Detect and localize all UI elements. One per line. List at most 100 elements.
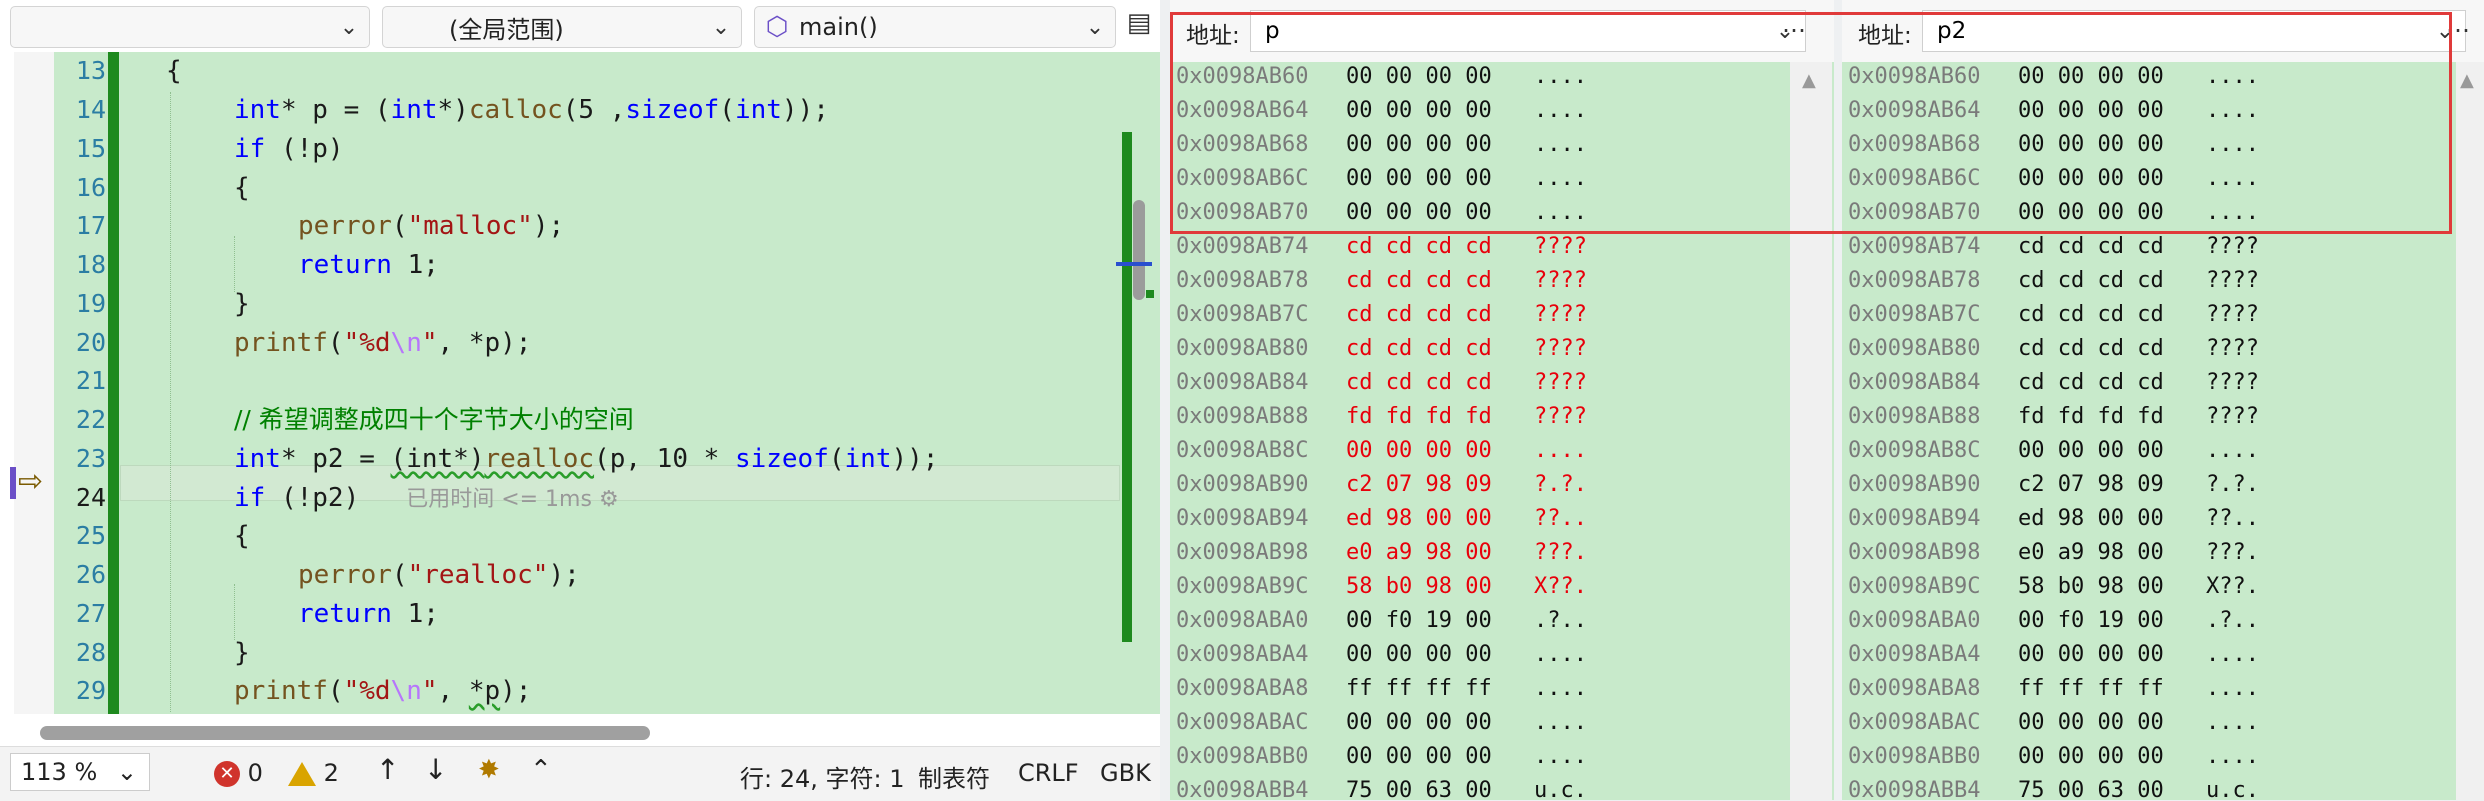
memory-row[interactable]: 0x0098AB8C 00 00 00 00....: [1848, 436, 2448, 466]
memory-hex-bytes[interactable]: 00 00 00 00: [1346, 640, 1492, 670]
memory-hex-bytes[interactable]: 00 f0 19 00: [2018, 606, 2164, 636]
chevron-up-icon[interactable]: ⌃: [530, 755, 552, 785]
memory-row[interactable]: 0x0098ABB0 00 00 00 00....: [1848, 742, 2448, 772]
vertical-scroll-thumb[interactable]: [1133, 200, 1145, 300]
memory-hex-bytes[interactable]: cd cd cd cd: [2018, 300, 2164, 330]
memory-hex-bytes[interactable]: 00 00 00 00: [1346, 436, 1492, 466]
memory-hex-bytes[interactable]: cd cd cd cd: [1346, 232, 1492, 262]
memory-row[interactable]: 0x0098ABA0 00 f0 19 00.?..: [1176, 606, 1776, 636]
memory-row[interactable]: 0x0098ABAC 00 00 00 00....: [1176, 708, 1776, 738]
memory-hex-bytes[interactable]: 00 00 00 00: [2018, 742, 2164, 772]
memory-row[interactable]: 0x0098ABA4 00 00 00 00....: [1848, 640, 2448, 670]
memory-row[interactable]: 0x0098AB8C 00 00 00 00....: [1176, 436, 1776, 466]
breakpoint-gutter[interactable]: [14, 52, 54, 714]
memory-hex-bytes[interactable]: cd cd cd cd: [2018, 334, 2164, 364]
scroll-up-arrow-icon[interactable]: ▲: [2460, 70, 2474, 91]
warning-count[interactable]: 2: [288, 759, 339, 787]
memory-hex-bytes[interactable]: 75 00 63 00: [1346, 776, 1492, 800]
memory-row[interactable]: 0x0098AB7C cd cd cd cd????: [1176, 300, 1776, 330]
memory-hex-bytes[interactable]: fd fd fd fd: [1346, 402, 1492, 432]
memory-row[interactable]: 0x0098ABB0 00 00 00 00....: [1176, 742, 1776, 772]
memory-hex-bytes[interactable]: 00 f0 19 00: [1346, 606, 1492, 636]
memory-hex-bytes[interactable]: ed 98 00 00: [1346, 504, 1492, 534]
memory-row[interactable]: 0x0098AB9C 58 b0 98 00 X??.: [1176, 572, 1776, 602]
memory-row[interactable]: 0x0098ABA0 00 f0 19 00.?..: [1848, 606, 2448, 636]
memory-hex-bytes[interactable]: 58 b0 98 00: [2018, 572, 2164, 602]
memory-hex-bytes[interactable]: 00 00 00 00: [2018, 640, 2164, 670]
memory-row[interactable]: 0x0098AB98 e0 a9 98 00???.: [1176, 538, 1776, 568]
cursor-position[interactable]: 行: 24, 字符: 1: [740, 759, 905, 794]
memory-hex-bytes[interactable]: e0 a9 98 00: [1346, 538, 1492, 568]
memory-row[interactable]: 0x0098ABA4 00 00 00 00....: [1176, 640, 1776, 670]
memory-row[interactable]: 0x0098ABB4 75 00 63 00 u.c.: [1176, 776, 1776, 800]
memory-hex-bytes[interactable]: fd fd fd fd: [2018, 402, 2164, 432]
memory-hex-bytes[interactable]: cd cd cd cd: [2018, 266, 2164, 296]
memory-row[interactable]: 0x0098AB98 e0 a9 98 00???.: [1848, 538, 2448, 568]
memory-address: 0x0098AB74: [1848, 234, 1981, 259]
instruction-pointer-arrow-icon[interactable]: ⇨: [18, 465, 43, 499]
memory-hex-bytes[interactable]: 58 b0 98 00: [1346, 572, 1492, 602]
file-encoding[interactable]: GBK: [1100, 759, 1151, 787]
memory-ascii: ????: [1534, 268, 1587, 293]
memory-hex-bytes[interactable]: cd cd cd cd: [2018, 368, 2164, 398]
line-number: 18: [75, 250, 106, 279]
memory-row[interactable]: 0x0098AB80 cd cd cd cd????: [1176, 334, 1776, 364]
scope-dropdown[interactable]: (全局范围) ⌄: [382, 6, 742, 48]
line-ending[interactable]: CRLF: [1018, 759, 1079, 787]
memory-scrollbar[interactable]: ▲: [2456, 62, 2484, 800]
memory-hex-bytes[interactable]: ed 98 00 00: [2018, 504, 2164, 534]
code-area[interactable]: ⇨ 13 14 15 16 17 18 19 20 21 22 23 24 25…: [0, 52, 1160, 714]
memory-row[interactable]: 0x0098AB84 cd cd cd cd????: [1176, 368, 1776, 398]
memory-row[interactable]: 0x0098AB74 cd cd cd cd????: [1848, 232, 2448, 262]
memory-row[interactable]: 0x0098AB78 cd cd cd cd????: [1176, 266, 1776, 296]
project-dropdown[interactable]: ⌄: [10, 6, 370, 48]
memory-row[interactable]: 0x0098ABA8 ff ff ff ff....: [1848, 674, 2448, 704]
memory-hex-bytes[interactable]: 00 00 00 00: [2018, 436, 2164, 466]
elapsed-time-hint: 已用时间 <= 1ms: [406, 487, 592, 512]
memory-row[interactable]: 0x0098ABA8 ff ff ff ff....: [1176, 674, 1776, 704]
memory-row[interactable]: 0x0098AB88 fd fd fd fd????: [1176, 402, 1776, 432]
next-issue-arrow-icon[interactable]: ↓: [424, 753, 447, 786]
memory-hex-bytes[interactable]: ff ff ff ff: [2018, 674, 2164, 704]
memory-hex-bytes[interactable]: 00 00 00 00: [1346, 708, 1492, 738]
memory-row[interactable]: 0x0098AB84 cd cd cd cd????: [1848, 368, 2448, 398]
warning-count-label: 2: [323, 759, 339, 787]
memory-row[interactable]: 0x0098AB7C cd cd cd cd????: [1848, 300, 2448, 330]
function-dropdown[interactable]: ⬡ main() ⌄: [754, 6, 1116, 48]
memory-hex-bytes[interactable]: 75 00 63 00: [2018, 776, 2164, 800]
memory-hex-bytes[interactable]: cd cd cd cd: [2018, 232, 2164, 262]
memory-row[interactable]: 0x0098ABAC 00 00 00 00....: [1848, 708, 2448, 738]
indent-guide: [170, 92, 171, 712]
memory-row[interactable]: 0x0098AB94 ed 98 00 00??..: [1848, 504, 2448, 534]
memory-address: 0x0098AB90: [1176, 472, 1309, 497]
memory-row[interactable]: 0x0098ABB4 75 00 63 00 u.c.: [1848, 776, 2448, 800]
memory-row[interactable]: 0x0098AB9C 58 b0 98 00 X??.: [1848, 572, 2448, 602]
zoom-dropdown[interactable]: 113 % ⌄: [10, 753, 150, 791]
memory-hex-bytes[interactable]: 00 00 00 00: [2018, 708, 2164, 738]
memory-row[interactable]: 0x0098AB74 cd cd cd cd????: [1176, 232, 1776, 262]
memory-row[interactable]: 0x0098AB80 cd cd cd cd????: [1848, 334, 2448, 364]
memory-hex-bytes[interactable]: c2 07 98 09: [1346, 470, 1492, 500]
memory-row[interactable]: 0x0098AB88 fd fd fd fd????: [1848, 402, 2448, 432]
memory-hex-bytes[interactable]: cd cd cd cd: [1346, 300, 1492, 330]
memory-hex-bytes[interactable]: 00 00 00 00: [1346, 742, 1492, 772]
memory-row[interactable]: 0x0098AB94 ed 98 00 00??..: [1176, 504, 1776, 534]
horizontal-scroll-thumb[interactable]: [40, 726, 650, 740]
diagnostics-icon[interactable]: ⚙: [592, 487, 619, 512]
memory-row[interactable]: 0x0098AB90 c2 07 98 09?.?.: [1176, 470, 1776, 500]
code-cleanup-brush-icon[interactable]: ✸: [478, 755, 500, 785]
memory-row[interactable]: 0x0098AB90 c2 07 98 09?.?.: [1848, 470, 2448, 500]
previous-issue-arrow-icon[interactable]: ↑: [376, 753, 399, 786]
memory-hex-bytes[interactable]: cd cd cd cd: [1346, 368, 1492, 398]
memory-hex-bytes[interactable]: ff ff ff ff: [1346, 674, 1492, 704]
memory-hex-bytes[interactable]: c2 07 98 09: [2018, 470, 2164, 500]
indentation-mode[interactable]: 制表符: [918, 759, 990, 794]
memory-hex-bytes[interactable]: cd cd cd cd: [1346, 266, 1492, 296]
memory-hex-bytes[interactable]: cd cd cd cd: [1346, 334, 1492, 364]
error-count[interactable]: ✕ 0: [214, 759, 263, 787]
vertical-scrollbar[interactable]: [1116, 132, 1154, 642]
split-editor-icon[interactable]: ▤: [1122, 8, 1156, 46]
memory-address: 0x0098AB84: [1848, 370, 1981, 395]
memory-hex-bytes[interactable]: e0 a9 98 00: [2018, 538, 2164, 568]
memory-row[interactable]: 0x0098AB78 cd cd cd cd????: [1848, 266, 2448, 296]
